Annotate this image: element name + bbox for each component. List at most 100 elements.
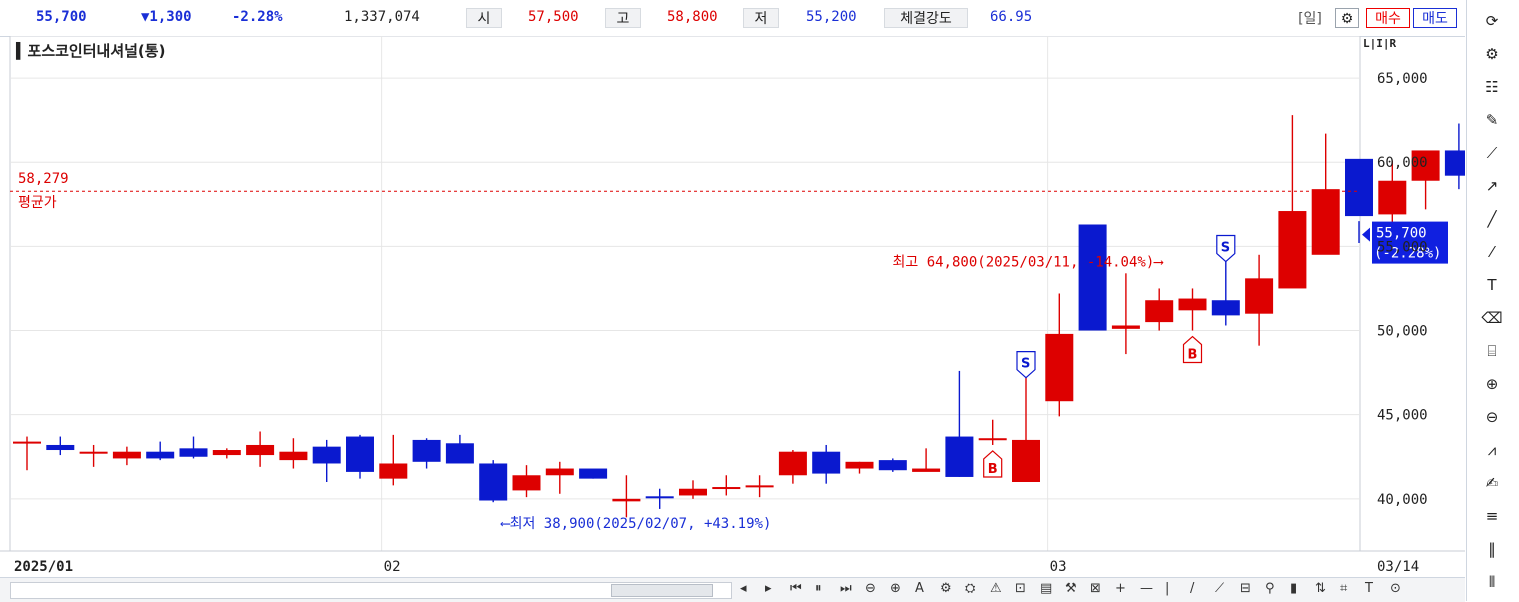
candle-body[interactable] — [46, 444, 75, 451]
bottom-tool-icon[interactable]: ▮ — [1290, 581, 1297, 596]
bottom-tool-icon[interactable]: — — [1140, 581, 1153, 596]
candle-body[interactable] — [878, 460, 907, 471]
bottom-tool-icon[interactable]: ⟋ — [1215, 581, 1224, 596]
candle-body[interactable] — [1245, 278, 1274, 314]
sell-button[interactable]: 매도 — [1413, 8, 1457, 28]
period-button[interactable]: [일] — [1290, 8, 1330, 28]
trendline-tool-icon[interactable]: ⟋ — [1479, 140, 1505, 166]
candle-body[interactable] — [312, 446, 341, 464]
candle-body[interactable] — [212, 450, 241, 456]
scrollbar-thumb[interactable] — [611, 584, 713, 597]
candle-body[interactable] — [778, 451, 807, 476]
bottom-tool-icon[interactable]: A — [915, 581, 924, 596]
candle-body[interactable] — [612, 498, 641, 502]
candle-body[interactable] — [179, 448, 208, 457]
vertical-lines-icon[interactable]: ‖ — [1479, 536, 1505, 562]
scale-badge[interactable]: L|I|R — [1363, 37, 1396, 50]
bottom-tool-icon[interactable]: ⊠ — [1090, 581, 1101, 596]
bottom-tool-icon[interactable]: ⊖ — [865, 581, 876, 596]
bottom-tool-icon[interactable]: / — [1190, 581, 1194, 596]
text-tool-icon[interactable]: T — [1479, 272, 1505, 298]
add-drawing-icon[interactable]: ✎ — [1479, 107, 1505, 133]
candle-body[interactable] — [445, 443, 474, 464]
candle-body[interactable] — [645, 496, 674, 499]
bottom-tool-icon[interactable]: T — [1365, 581, 1373, 596]
bottom-tool-icon[interactable]: ⚠ — [990, 581, 1002, 596]
point-tool-icon[interactable]: ↗ — [1479, 173, 1505, 199]
quote-header: 55,700 ▼1,300 -2.28% 1,337,074 시 57,500 … — [0, 0, 1465, 37]
candle-body[interactable] — [679, 488, 707, 496]
candle-body[interactable] — [346, 436, 374, 472]
fibonacci-icon[interactable]: ≡ — [1479, 503, 1505, 529]
candle-type-icon[interactable]: ⌸ — [1479, 338, 1505, 364]
candle-body[interactable] — [1111, 325, 1140, 329]
candle-body[interactable] — [246, 444, 275, 456]
candle-body[interactable] — [1311, 189, 1340, 255]
chart-settings-icon[interactable]: ⚙ — [1335, 8, 1359, 28]
indicator-icon[interactable]: ☷ — [1479, 74, 1505, 100]
bottom-tool-icon[interactable]: ◂ — [740, 581, 747, 596]
candle-body[interactable] — [1045, 333, 1074, 402]
bottom-tool-icon[interactable]: ⊕ — [890, 581, 901, 596]
bottom-tool-icon[interactable]: ⇅ — [1315, 581, 1326, 596]
candle-body[interactable] — [146, 451, 175, 459]
candle-body[interactable] — [13, 441, 41, 444]
bottom-tool-icon[interactable]: ⚲ — [1265, 581, 1275, 596]
bottom-tool-icon[interactable]: ⚒ — [1065, 581, 1077, 596]
bottom-tool-icon[interactable]: ⏭ — [840, 581, 852, 596]
candle-body[interactable] — [412, 439, 441, 462]
candle-body[interactable] — [1345, 158, 1373, 217]
y-tick-label: 60,000 — [1377, 155, 1428, 171]
candle-body[interactable] — [379, 463, 408, 479]
horizontal-scrollbar[interactable] — [10, 582, 732, 599]
candle-body[interactable] — [712, 487, 741, 490]
buy-button[interactable]: 매수 — [1366, 8, 1410, 28]
candlestick-chart[interactable]: ▍포스코인터내셔널(통) L|I|R58,279평균가55,700(-2.28%)… — [0, 36, 1465, 577]
bottom-tool-icon[interactable]: ▤ — [1040, 581, 1052, 596]
candle-body[interactable] — [745, 485, 774, 488]
line-tool-icon[interactable]: ╱ — [1479, 206, 1505, 232]
settings-icon[interactable]: ⚙ — [1479, 41, 1505, 67]
candle-body[interactable] — [512, 475, 541, 491]
pattern-icon[interactable]: ⩘ — [1479, 437, 1505, 463]
candle-body[interactable] — [1145, 300, 1174, 323]
candle-body[interactable] — [79, 451, 108, 454]
candle-body[interactable] — [579, 468, 608, 479]
bottom-tool-icon[interactable]: ⏸ — [815, 581, 822, 596]
candle-body[interactable] — [545, 468, 574, 476]
candle-body[interactable] — [845, 461, 874, 469]
zoom-in-icon[interactable]: ⊕ — [1479, 371, 1505, 397]
bottom-tool-icon[interactable]: + — [1115, 581, 1126, 596]
bottom-tool-icon[interactable]: ⊙ — [1390, 581, 1401, 596]
current-price: 55,700 — [36, 9, 87, 25]
bottom-tool-icon[interactable]: ⊡ — [1015, 581, 1026, 596]
candle-body[interactable] — [945, 436, 974, 477]
candle-body[interactable] — [1444, 150, 1465, 176]
more-lines-icon[interactable]: ⦀ — [1479, 569, 1505, 595]
candle-body[interactable] — [112, 451, 141, 459]
bottom-tool-icon[interactable]: ⏮ — [790, 581, 802, 596]
zoom-out-icon[interactable]: ⊖ — [1479, 404, 1505, 430]
candle-body[interactable] — [812, 451, 841, 474]
bottom-tool-icon[interactable]: ⌗ — [1340, 581, 1347, 596]
candle-body[interactable] — [279, 451, 308, 461]
candle-body[interactable] — [1211, 300, 1240, 316]
draw-icon[interactable]: ✍ — [1479, 470, 1505, 496]
candle-body[interactable] — [1178, 298, 1207, 311]
candle-body[interactable] — [1012, 439, 1040, 482]
all-delete-icon[interactable]: ⌫ — [1479, 305, 1505, 331]
bottom-tool-icon[interactable]: ⚙ — [940, 581, 952, 596]
candle-body[interactable] — [1078, 224, 1107, 331]
max-annotation: 최고 64,800(2025/03/11, -14.04%)⟶ — [893, 254, 1165, 270]
candle-body[interactable] — [1278, 211, 1307, 289]
refresh-icon[interactable]: ⟳ — [1479, 8, 1505, 34]
bottom-tool-icon[interactable]: ⊟ — [1240, 581, 1251, 596]
candle-body[interactable] — [479, 463, 508, 501]
candle-body[interactable] — [1378, 180, 1407, 215]
bottom-tool-icon[interactable]: ▸ — [765, 581, 772, 596]
candle-body[interactable] — [978, 438, 1007, 441]
bottom-tool-icon[interactable]: | — [1165, 581, 1169, 596]
candle-body[interactable] — [912, 468, 941, 472]
auto-line-icon[interactable]: ⁄ — [1479, 239, 1505, 265]
bottom-tool-icon[interactable]: ⛭ — [965, 581, 975, 596]
